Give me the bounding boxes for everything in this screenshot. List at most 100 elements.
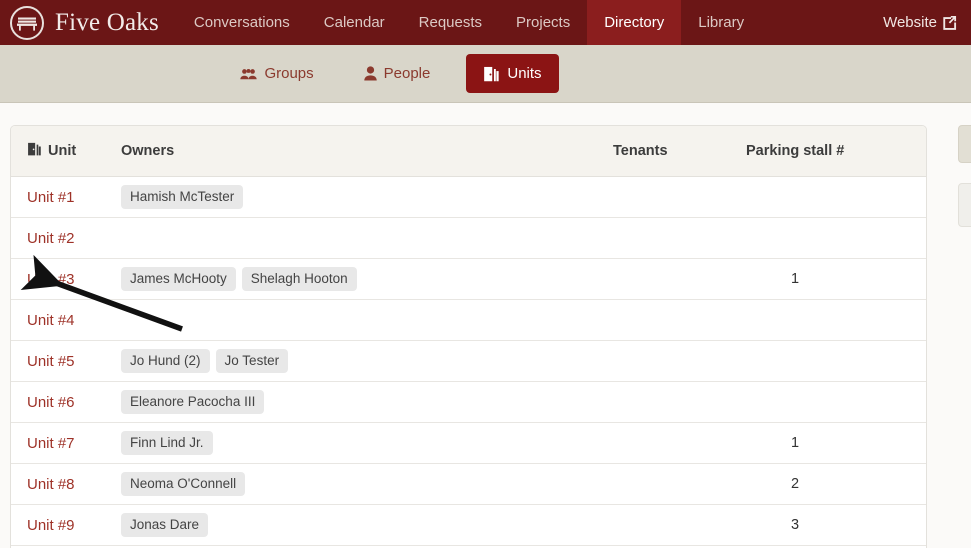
unit-link[interactable]: Unit #1 bbox=[27, 189, 75, 206]
cell-unit: Unit #2 bbox=[11, 217, 121, 259]
table-row: Unit #9 Jonas Dare 3 bbox=[11, 504, 926, 546]
nav-item-requests[interactable]: Requests bbox=[402, 0, 499, 45]
unit-link[interactable]: Unit #9 bbox=[27, 517, 75, 534]
cell-tenants bbox=[613, 299, 746, 341]
units-table: Unit Owners Tenants Parking stall # Unit… bbox=[11, 126, 926, 548]
owner-badge[interactable]: Shelagh Hooton bbox=[241, 267, 357, 291]
column-header-parking[interactable]: Parking stall # bbox=[746, 126, 926, 177]
nav-item-conversations[interactable]: Conversations bbox=[177, 0, 307, 45]
cell-unit: Unit #8 bbox=[11, 463, 121, 505]
units-table-head: Unit Owners Tenants Parking stall # bbox=[11, 126, 926, 177]
owner-badge[interactable]: Finn Lind Jr. bbox=[121, 431, 213, 455]
directory-subnav: Groups People Units bbox=[0, 45, 971, 103]
cell-tenants bbox=[613, 381, 746, 423]
column-header-unit-label: Unit bbox=[48, 143, 77, 159]
nav-item-projects[interactable]: Projects bbox=[499, 0, 587, 45]
cell-unit: Unit #7 bbox=[11, 422, 121, 464]
nav-item-library[interactable]: Library bbox=[681, 0, 761, 45]
column-header-owners[interactable]: Owners bbox=[121, 126, 613, 177]
cell-unit: Unit #5 bbox=[11, 340, 121, 382]
cell-unit: Unit #4 bbox=[11, 299, 121, 341]
table-row: Unit #3 James McHooty Shelagh Hooton 1 bbox=[11, 258, 926, 300]
brand-zone[interactable]: Five Oaks bbox=[0, 0, 177, 45]
nav-item-directory[interactable]: Directory bbox=[587, 0, 682, 45]
bench-circle-logo-icon bbox=[10, 5, 44, 40]
unit-link[interactable]: Unit #2 bbox=[27, 230, 75, 247]
cell-parking-stall bbox=[746, 299, 926, 341]
cell-tenants bbox=[613, 258, 746, 300]
cell-tenants bbox=[613, 504, 746, 546]
table-row: Unit #6 Eleanore Pacocha III bbox=[11, 381, 926, 423]
cell-owners: Hamish McTester bbox=[121, 176, 613, 218]
users-group-icon bbox=[240, 67, 258, 81]
cell-owners: Finn Lind Jr. bbox=[121, 422, 613, 464]
cell-parking-stall: 1 bbox=[746, 422, 926, 464]
tab-people[interactable]: People bbox=[350, 56, 445, 91]
rail-panel-secondary[interactable] bbox=[958, 183, 971, 227]
table-row: Unit #2 bbox=[11, 217, 926, 259]
tab-groups-label: Groups bbox=[264, 65, 314, 82]
cell-unit: Unit #1 bbox=[11, 176, 121, 218]
primary-nav: Conversations Calendar Requests Projects… bbox=[177, 0, 761, 45]
cell-parking-stall bbox=[746, 381, 926, 423]
cell-tenants bbox=[613, 340, 746, 382]
cell-tenants bbox=[613, 176, 746, 218]
cell-tenants bbox=[613, 422, 746, 464]
table-row: Unit #5 Jo Hund (2) Jo Tester bbox=[11, 340, 926, 382]
owner-badge[interactable]: Jo Hund (2) bbox=[121, 349, 210, 373]
cell-parking-stall bbox=[746, 217, 926, 259]
subnav-tabs: Groups People Units bbox=[226, 54, 559, 93]
cell-unit: Unit #6 bbox=[11, 381, 121, 423]
table-row: Unit #1 Hamish McTester bbox=[11, 176, 926, 218]
nav-item-calendar[interactable]: Calendar bbox=[307, 0, 402, 45]
owner-badge[interactable]: Neoma O'Connell bbox=[121, 472, 246, 496]
owner-badge[interactable]: Jo Tester bbox=[215, 349, 289, 373]
owner-badge[interactable]: James McHooty bbox=[121, 267, 236, 291]
units-table-card: Unit Owners Tenants Parking stall # Unit… bbox=[10, 125, 927, 548]
owner-badge[interactable]: Eleanore Pacocha III bbox=[121, 390, 265, 414]
tab-people-label: People bbox=[383, 65, 431, 82]
cell-parking-stall: 1 bbox=[746, 258, 926, 300]
cell-owners bbox=[121, 299, 613, 341]
cell-unit: Unit #3 bbox=[11, 258, 121, 300]
door-icon bbox=[27, 142, 42, 160]
cell-owners: Neoma O'Connell bbox=[121, 463, 613, 505]
cell-owners: Jonas Dare bbox=[121, 504, 613, 546]
owner-badge[interactable]: Jonas Dare bbox=[121, 513, 209, 537]
brand-title: Five Oaks bbox=[55, 8, 159, 36]
owner-badge[interactable]: Hamish McTester bbox=[121, 185, 244, 209]
table-row: Unit #8 Neoma O'Connell 2 bbox=[11, 463, 926, 505]
navbar-right: Website bbox=[866, 0, 971, 45]
rail-panel-primary[interactable] bbox=[958, 125, 971, 163]
table-row: Unit #7 Finn Lind Jr. 1 bbox=[11, 422, 926, 464]
door-icon bbox=[483, 66, 500, 82]
cell-tenants bbox=[613, 217, 746, 259]
cell-parking-stall: 2 bbox=[746, 463, 926, 505]
external-link-icon bbox=[942, 15, 957, 30]
top-navbar: Five Oaks Conversations Calendar Request… bbox=[0, 0, 971, 45]
table-row: Unit #4 bbox=[11, 299, 926, 341]
tab-units-label: Units bbox=[507, 65, 542, 82]
unit-link[interactable]: Unit #7 bbox=[27, 435, 75, 452]
unit-link[interactable]: Unit #3 bbox=[27, 271, 75, 288]
table-header-row: Unit Owners Tenants Parking stall # bbox=[11, 126, 926, 177]
website-label: Website bbox=[883, 14, 937, 31]
unit-link[interactable]: Unit #4 bbox=[27, 312, 75, 329]
cell-unit: Unit #9 bbox=[11, 504, 121, 546]
right-rail bbox=[958, 125, 971, 227]
tab-groups[interactable]: Groups bbox=[226, 56, 327, 91]
column-header-unit[interactable]: Unit bbox=[11, 126, 121, 177]
unit-link[interactable]: Unit #5 bbox=[27, 353, 75, 370]
cell-tenants bbox=[613, 463, 746, 505]
cell-parking-stall bbox=[746, 340, 926, 382]
cell-parking-stall: 3 bbox=[746, 504, 926, 546]
unit-link[interactable]: Unit #8 bbox=[27, 476, 75, 493]
units-table-body: Unit #1 Hamish McTester Unit #2 Unit #3 Jame… bbox=[11, 176, 926, 548]
tab-units[interactable]: Units bbox=[466, 54, 559, 93]
main-content: Unit Owners Tenants Parking stall # Unit… bbox=[0, 103, 971, 548]
unit-link[interactable]: Unit #6 bbox=[27, 394, 75, 411]
cell-owners: James McHooty Shelagh Hooton bbox=[121, 258, 613, 300]
website-link[interactable]: Website bbox=[866, 14, 957, 31]
column-header-tenants[interactable]: Tenants bbox=[613, 126, 746, 177]
cell-parking-stall bbox=[746, 176, 926, 218]
